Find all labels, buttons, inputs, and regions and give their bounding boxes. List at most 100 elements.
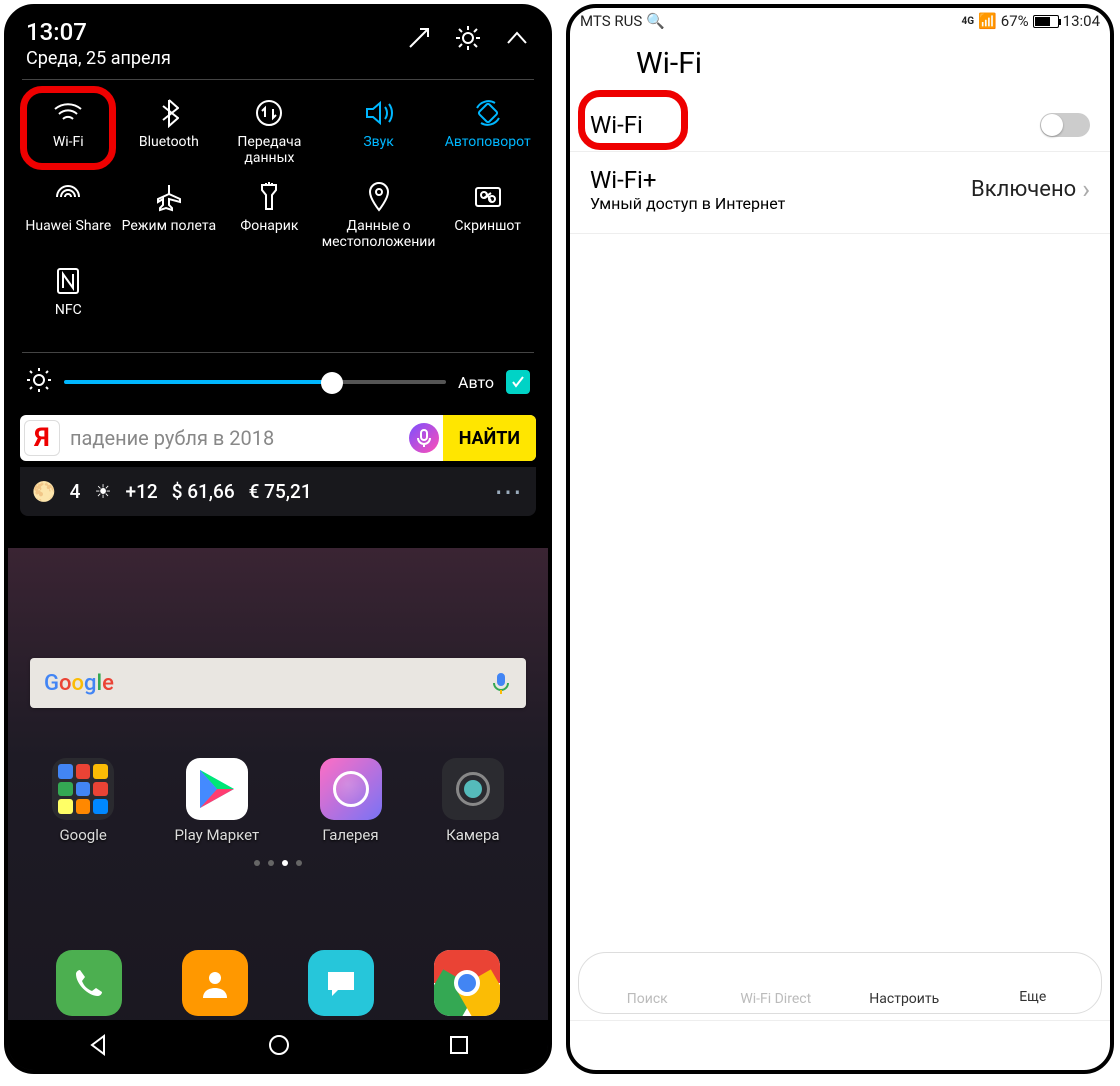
tab-gear[interactable]: Настроить (840, 959, 969, 1007)
app-галерея[interactable]: Галерея (320, 758, 382, 844)
app-камера[interactable]: Камера (442, 758, 504, 844)
bottom-action-tabs: ПоискWi-Fi DirectНастроитьЕще (578, 952, 1102, 1014)
app-row: Google Play Маркет Галерея Камера (22, 758, 534, 844)
nav-recent[interactable] (448, 1034, 470, 1056)
dock (8, 950, 548, 1016)
gear-icon[interactable] (454, 24, 482, 56)
page-title: Wi-Fi (636, 46, 702, 81)
battery-icon (1033, 15, 1059, 28)
search-button[interactable]: НАЙТИ (443, 415, 536, 461)
sound-icon (364, 96, 394, 130)
wifiplus-status: Включено (971, 177, 1076, 202)
yandex-search[interactable]: Я падение рубля в 2018 НАЙТИ (20, 415, 536, 461)
gear-icon (891, 959, 917, 989)
tile-nfc[interactable]: NFC (18, 258, 119, 340)
carrier: MTS RUS (580, 12, 642, 30)
google-mic-icon[interactable] (490, 672, 512, 694)
quick-tiles: Wi-FiBluetoothПередача данныхЗвукАвтопов… (8, 86, 548, 346)
search-placeholder: падение рубля в 2018 (60, 426, 409, 450)
tile-data[interactable]: Передача данных (219, 90, 320, 172)
rotate-icon (473, 96, 503, 130)
refresh-icon (634, 959, 660, 989)
usd-rate: $ 61,66 (172, 480, 235, 503)
day-temp: +12 (126, 480, 158, 503)
wifidirect-icon (761, 959, 791, 989)
wifi-plus-row[interactable]: Wi-Fi+ Умный доступ в Интернет Включено … (570, 152, 1110, 234)
nfc-icon (54, 264, 82, 298)
tab-wifidirect[interactable]: Wi-Fi Direct (712, 959, 841, 1007)
yandex-logo: Я (24, 420, 60, 456)
tile-rotate[interactable]: Автоповорот (437, 90, 538, 172)
plane-icon (154, 180, 184, 214)
tile-plane[interactable]: Режим полета (119, 174, 220, 256)
header: Wi-Fi (570, 32, 1110, 99)
dock-chrome[interactable] (434, 950, 500, 1016)
nav-home[interactable] (267, 1033, 291, 1057)
date: Среда, 25 апреля (26, 48, 171, 69)
tile-location[interactable]: Данные о местоположении (320, 174, 438, 256)
clock: 13:07 (26, 18, 171, 46)
tile-torch[interactable]: Фонарик (219, 174, 320, 256)
highlight-ring (578, 90, 688, 150)
wifiplus-subtitle: Умный доступ в Интернет (590, 194, 785, 213)
chevron-right-icon: › (1082, 175, 1090, 205)
brightness-row: Авто (8, 359, 548, 405)
tab-more[interactable]: Еще (969, 959, 1098, 1007)
wifi-icon (52, 96, 84, 130)
moon-icon: 🌕 (32, 480, 56, 503)
signal-4g-icon: 4G (962, 16, 975, 27)
google-search-widget[interactable]: Google (30, 658, 526, 708)
tile-share[interactable]: Huawei Share (18, 174, 119, 256)
brightness-slider[interactable] (64, 380, 446, 384)
tile-bluetooth[interactable]: Bluetooth (119, 90, 220, 172)
more-icon (1029, 959, 1037, 987)
app-play-маркет[interactable]: Play Маркет (174, 758, 259, 844)
app-google[interactable]: Google (52, 758, 114, 844)
home-screen: Google Google Play Маркет Галерея Камера (8, 548, 548, 1070)
tile-wifi[interactable]: Wi-Fi (18, 90, 119, 172)
screenshot-icon (473, 180, 503, 214)
page-indicator (8, 860, 548, 866)
nav-back[interactable] (649, 1035, 671, 1057)
battery-pct: 67% (1001, 12, 1029, 30)
brightness-icon (26, 367, 52, 397)
wifiplus-title: Wi-Fi+ (590, 166, 785, 194)
location-icon (367, 180, 391, 214)
auto-brightness-label: Авто (458, 373, 494, 392)
nav-recent[interactable] (1011, 1036, 1031, 1056)
wifi-toggle[interactable] (1040, 113, 1090, 137)
more-icon[interactable]: ⋯ (494, 475, 524, 508)
chevron-up-icon[interactable] (504, 25, 530, 55)
eur-rate: € 75,21 (249, 480, 312, 503)
phone-quicksettings: 13:07 Среда, 25 апреля Wi-FiBluetoothПер… (4, 4, 552, 1074)
phone-wifi-settings: MTS RUS 🔍 4G 📶 67% 13:04 Wi-Fi Wi-Fi Wi-… (566, 4, 1114, 1074)
google-logo: Google (44, 671, 114, 696)
status-bar: MTS RUS 🔍 4G 📶 67% 13:04 (570, 8, 1110, 32)
search-status-icon: 🔍 (646, 12, 665, 30)
back-icon[interactable] (588, 48, 616, 80)
weather-bar[interactable]: 🌕 4 ☀ +12 $ 61,66 € 75,21 ⋯ (20, 467, 536, 516)
nav-back[interactable] (86, 1033, 110, 1057)
wifi-toggle-row[interactable]: Wi-Fi (570, 99, 1110, 152)
signal-icon: 📶 (978, 12, 997, 30)
auto-brightness-checkbox[interactable] (506, 370, 530, 394)
nav-bar (8, 1020, 548, 1070)
status-bar: 13:07 Среда, 25 апреля (8, 8, 548, 73)
mic-icon[interactable] (409, 423, 439, 453)
nav-home[interactable] (830, 1035, 852, 1057)
dock-messages[interactable] (308, 950, 374, 1016)
night-temp: 4 (70, 480, 81, 503)
torch-icon (258, 180, 280, 214)
share-icon (53, 180, 83, 214)
bluetooth-icon (159, 96, 179, 130)
dock-contacts[interactable] (182, 950, 248, 1016)
edit-icon[interactable] (406, 25, 432, 55)
dock-phone[interactable] (56, 950, 122, 1016)
data-icon (254, 96, 284, 130)
nav-bar (570, 1020, 1110, 1070)
tab-refresh[interactable]: Поиск (583, 959, 712, 1007)
tile-screenshot[interactable]: Скриншот (437, 174, 538, 256)
clock: 13:04 (1063, 12, 1100, 30)
sun-icon: ☀ (94, 480, 111, 503)
tile-sound[interactable]: Звук (320, 90, 438, 172)
